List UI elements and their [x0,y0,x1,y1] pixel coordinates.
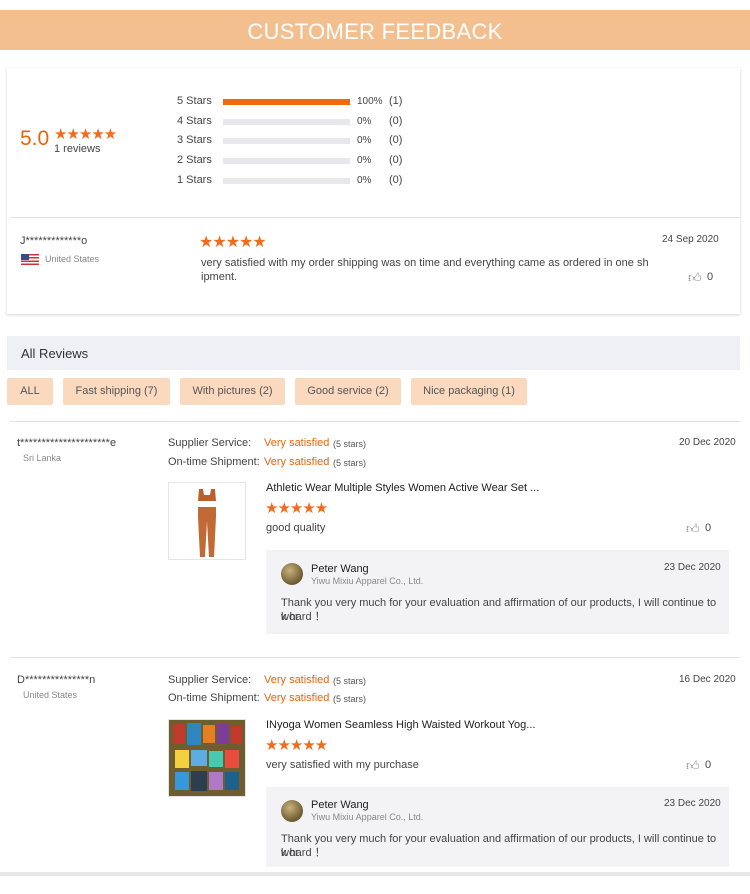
average-score: 5.0 [20,127,50,150]
distribution-percent: 100% [357,96,383,107]
filter-chip-good-service[interactable]: Good service (2) [295,378,401,405]
reply-text-line1: Thank you very much for your evaluation … [281,597,717,623]
supplier-service-rating: Very satisfied [264,437,330,449]
reply-company: Yiwu Mixiu Apparel Co., Ltd. [311,812,424,822]
yoga-set-image [169,720,245,796]
product-title-link[interactable]: Athletic Wear Multiple Styles Women Acti… [266,482,539,494]
review-text-line2: ipment. [201,271,238,283]
distribution-bar [223,99,350,105]
shipment-stars: (5 stars) [333,694,367,704]
distribution-label: 3 Stars [177,134,212,146]
reply-text-line1: Thank you very much for your evaluation … [281,833,717,859]
reviewer-country: Sri Lanka [23,453,62,463]
supplier-service-label: Supplier Service: [168,674,252,686]
reply-date: 23 Dec 2020 [664,798,721,809]
distribution-label: 1 Stars [177,174,212,186]
distribution-label: 2 Stars [177,154,212,166]
avatar [281,800,303,822]
reply-author: Peter Wang [311,563,369,575]
distribution-percent: 0% [357,175,372,186]
shipment-stars: (5 stars) [333,458,367,468]
filter-chip-nice-packaging[interactable]: Nice packaging (1) [411,378,527,405]
shipment-label: On-time Shipment: [168,692,260,704]
shipment-rating: Very satisfied [264,692,330,704]
filter-chip-fast-shipping[interactable]: Fast shipping (7) [63,378,170,405]
divider [10,421,740,422]
reply-text-line2: k hard ！ [281,847,326,859]
distribution-label: 4 Stars [177,115,212,127]
reply-text-line2: k hard ！ [281,611,326,623]
seller-reply: Peter Wang Yiwu Mixiu Apparel Co., Ltd. … [266,550,729,634]
product-image[interactable] [168,482,246,560]
all-reviews-title: All Reviews [21,346,89,361]
us-flag-icon [21,254,39,265]
reviewer-name: t*********************e [17,437,117,449]
page-title: CUSTOMER FEEDBACK [0,10,750,50]
reviewer-country: United States [45,254,100,264]
distribution-bar [223,119,350,125]
distribution-count: (0) [389,174,403,186]
shipment-label: On-time Shipment: [168,456,260,468]
distribution-percent: 0% [357,135,372,146]
reviews-count: 1 reviews [54,143,101,155]
supplier-service-label: Supplier Service: [168,437,252,449]
distribution-count: (0) [389,154,403,166]
like-thumb-icon[interactable]: 👍︎ [686,521,700,537]
supplier-service-rating: Very satisfied [264,674,330,686]
activewear-set-image [198,489,216,557]
avatar [281,563,303,585]
review-stars-icon: ★★★★★ [265,500,328,517]
seller-reply: Peter Wang Yiwu Mixiu Apparel Co., Ltd. … [266,787,729,867]
reviewer-country: United States [23,690,78,700]
distribution-count: (0) [389,134,403,146]
distribution-percent: 0% [357,155,372,166]
filter-chip-all[interactable]: ALL [7,378,53,405]
like-count: 0 [707,271,714,283]
distribution-count: (1) [389,95,403,107]
reviewer-name: D***************n [17,674,96,686]
shipment-rating: Very satisfied [264,456,330,468]
distribution-bar [223,178,350,184]
review-date: 20 Dec 2020 [679,437,736,448]
review-text: good quality [266,522,326,534]
reply-company: Yiwu Mixiu Apparel Co., Ltd. [311,576,424,586]
all-reviews-header: All Reviews [7,336,740,370]
review-date: 16 Dec 2020 [679,674,736,685]
reviewer-name: J*************o [20,235,88,247]
distribution-percent: 0% [357,116,372,127]
distribution-label: 5 Stars [177,95,212,107]
product-title-link[interactable]: INyoga Women Seamless High Waisted Worko… [266,719,535,731]
supplier-service-stars: (5 stars) [333,439,367,449]
review-stars-icon: ★★★★★ [199,234,267,251]
distribution-count: (0) [389,115,403,127]
distribution-bar [223,138,350,144]
like-count: 0 [705,522,712,534]
review-text: very satisfied with my purchase [266,759,419,771]
product-image[interactable] [168,719,246,797]
review-text-line1: very satisfied with my order shipping wa… [201,257,649,269]
divider [10,217,740,218]
divider [10,657,740,658]
like-count: 0 [705,759,712,771]
filter-chip-with-pictures[interactable]: With pictures (2) [180,378,285,405]
review-date: 24 Sep 2020 [662,234,719,245]
like-thumb-icon[interactable]: 👍︎ [686,758,700,774]
distribution-bar [223,158,350,164]
reply-date: 23 Dec 2020 [664,562,721,573]
average-stars-icon: ★★★★★ [54,126,117,143]
like-thumb-icon[interactable]: 👍︎ [688,270,702,286]
reply-author: Peter Wang [311,799,369,811]
supplier-service-stars: (5 stars) [333,676,367,686]
review-stars-icon: ★★★★★ [265,737,328,754]
page-bottom-divider [0,872,750,876]
